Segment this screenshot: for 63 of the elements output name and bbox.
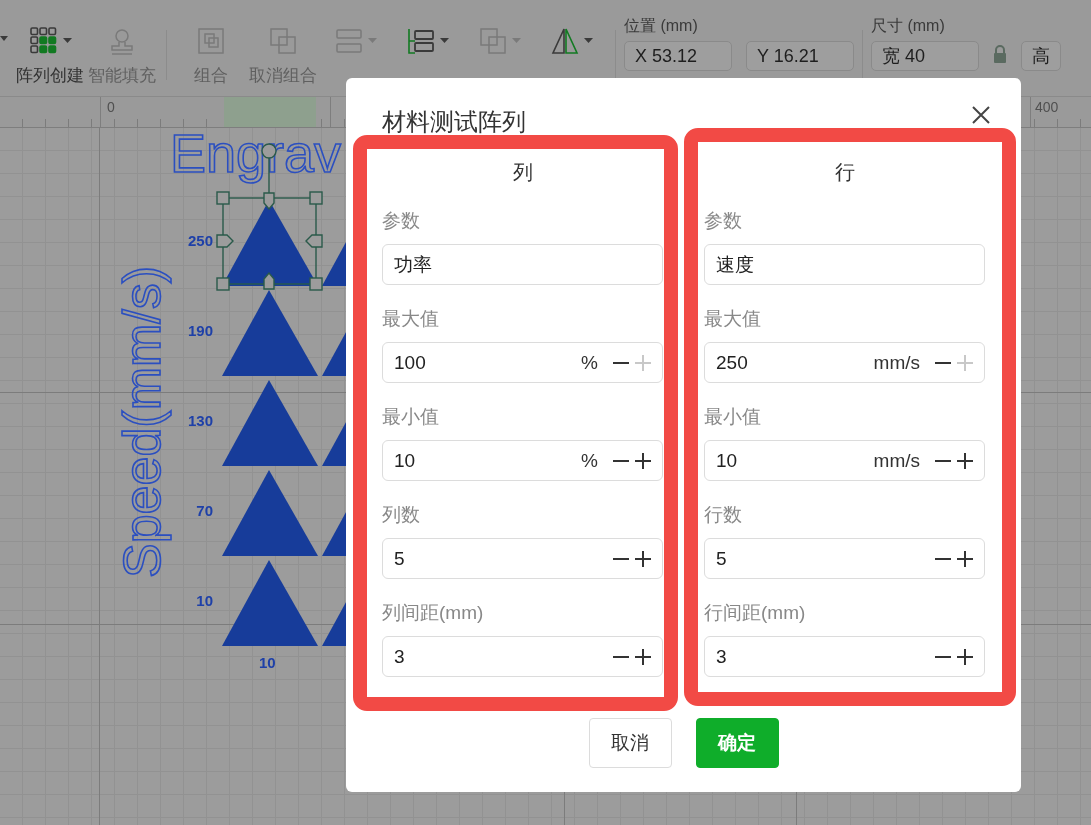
parameter-field[interactable]: 速度 — [704, 244, 985, 285]
field-label: 最大值 — [382, 307, 440, 331]
field-label: 参数 — [704, 209, 743, 233]
field-label: 参数 — [382, 209, 421, 233]
field-label: 行间距(mm) — [704, 601, 807, 625]
ungroup-icon — [268, 26, 298, 56]
stacked-bars-icon — [333, 26, 364, 56]
plus-icon[interactable] — [634, 451, 652, 470]
unit-label: % — [581, 351, 598, 374]
row-value-label: 190 — [187, 322, 213, 339]
row-value-label: 130 — [187, 412, 213, 429]
unit-label: mm/s — [873, 351, 920, 374]
field-label: 列数 — [382, 503, 421, 527]
field-label: 最大值 — [704, 307, 762, 331]
unit-label: mm/s — [873, 449, 920, 472]
triangle-shape[interactable] — [222, 470, 318, 556]
triangle-shape[interactable] — [222, 380, 318, 466]
width-field[interactable]: 宽 40 — [871, 41, 979, 71]
grid-icon — [28, 26, 59, 56]
close-button[interactable] — [971, 105, 991, 125]
caret-icon[interactable] — [0, 36, 8, 42]
column-heading: 列 — [511, 160, 534, 185]
plus-icon[interactable] — [956, 451, 974, 470]
number-field[interactable]: 3 — [704, 636, 985, 677]
number-field[interactable]: 100 % — [382, 342, 663, 383]
plus-icon[interactable] — [956, 549, 974, 568]
number-field[interactable]: 10 % — [382, 440, 663, 481]
dialog-title: 材料测试阵列 — [382, 107, 526, 137]
plus-icon[interactable] — [634, 647, 652, 666]
arrange-icon — [405, 26, 436, 56]
field-label: 行数 — [704, 503, 743, 527]
row-value-label: 250 — [187, 232, 213, 249]
number-field[interactable]: 5 — [382, 538, 663, 579]
column-heading: 行 — [833, 160, 856, 185]
row-value-label: 70 — [196, 502, 213, 519]
group-icon — [196, 26, 226, 56]
row-value-label: 10 — [196, 592, 213, 609]
ruler-number: 400 — [1035, 99, 1059, 115]
overlapping-squares-icon — [477, 26, 508, 56]
y-field[interactable]: Y 16.21 — [746, 41, 854, 71]
column-value-label: 10 — [259, 654, 276, 671]
flip-triangle-icon — [549, 26, 580, 56]
field-label: 最小值 — [382, 405, 440, 429]
plus-icon[interactable] — [956, 647, 974, 666]
toolbar-button[interactable]: 阵列创建 — [14, 26, 86, 86]
ruler-number: 0 — [107, 99, 115, 115]
plus-icon[interactable] — [634, 549, 652, 568]
unit-label: % — [581, 449, 598, 472]
field-label: 最小值 — [704, 405, 762, 429]
number-field[interactable]: 5 — [704, 538, 985, 579]
number-field[interactable]: 3 — [382, 636, 663, 677]
size-label: 尺寸 (mm) — [871, 16, 946, 36]
number-field[interactable]: 250 mm/s — [704, 342, 985, 383]
position-label: 位置 (mm) — [624, 16, 699, 36]
cancel-button[interactable]: 取消 — [588, 718, 672, 768]
number-field[interactable]: 10 mm/s — [704, 440, 985, 481]
x-field[interactable]: X 53.12 — [624, 41, 732, 71]
triangle-shape[interactable] — [222, 290, 318, 376]
height-field[interactable]: 高 — [1021, 41, 1061, 71]
parameter-field[interactable]: 功率 — [382, 244, 663, 285]
axis-label: Speed(mm/s) — [112, 264, 172, 581]
triangle-shape[interactable] — [222, 560, 318, 646]
field-label: 列间距(mm) — [382, 601, 485, 625]
